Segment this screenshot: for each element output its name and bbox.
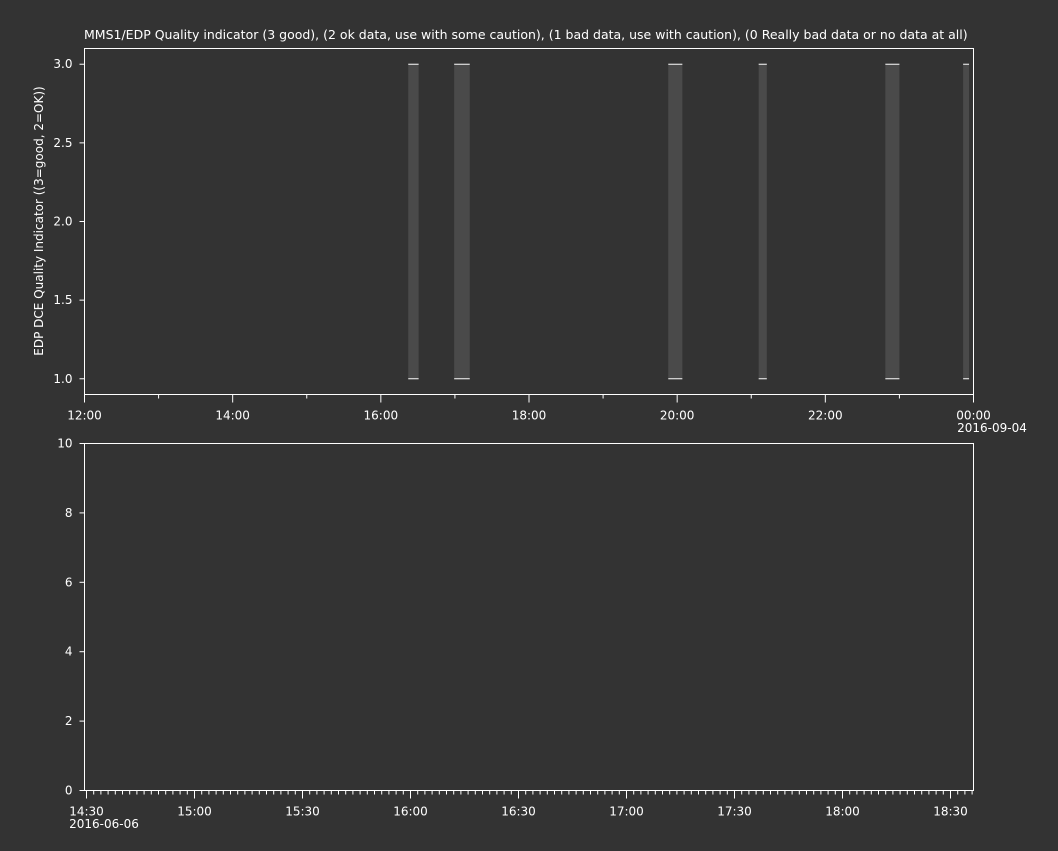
quality-plot-frame: [84, 48, 974, 395]
empty-x-tick-label: 16:00: [393, 805, 428, 819]
quality-band-4: [758, 63, 767, 380]
empty-date-label: 2016-06-06: [69, 817, 139, 831]
quality-x-tick-label: 20:00: [660, 409, 695, 423]
quality-band-fill: [885, 64, 900, 379]
quality-y-axis-label: EDP DCE Quality Indicator ((3=good, 2=OK…: [32, 86, 46, 355]
empty-y-tick-label: 8: [65, 506, 73, 520]
quality-y-ticks: 1.0 1.5 2.0 2.5 3.0: [53, 57, 85, 386]
quality-date-label: 2016-09-04: [957, 421, 1027, 435]
quality-y-tick-label: 1.5: [53, 293, 72, 307]
quality-band-fill: [454, 64, 470, 379]
empty-x-ticks: 14:30 15:00 15:30 16:00 16:30 17:00 17:30 18:00…: [69, 790, 973, 819]
quality-chart-title: MMS1/EDP Quality indicator (3 good), (2 …: [84, 27, 968, 42]
quality-y-tick-label: 2.5: [53, 136, 72, 150]
quality-band-6: [963, 63, 970, 380]
empty-x-tick-label: 15:30: [285, 805, 320, 819]
empty-y-ticks: 0 2 4 6 8 10: [57, 437, 85, 798]
empty-x-tick-label: 15:00: [177, 805, 212, 819]
empty-x-tick-label: 16:30: [501, 805, 536, 819]
empty-y-tick-label: 2: [65, 714, 73, 728]
quality-band-fill: [668, 64, 683, 379]
empty-plot-frame: [84, 443, 974, 791]
quality-band-2: [454, 63, 470, 380]
quality-x-tick-label: 22:00: [808, 409, 843, 423]
quality-band-fill: [758, 64, 767, 379]
empty-y-tick-label: 10: [57, 437, 72, 451]
quality-band-5: [885, 63, 900, 380]
empty-x-tick-label: 17:00: [609, 805, 644, 819]
empty-x-tick-label: 18:00: [825, 805, 860, 819]
empty-x-tick-label: 17:30: [717, 805, 752, 819]
empty-y-tick-label: 4: [65, 645, 73, 659]
figure: MMS1/EDP Quality indicator (3 good), (2 …: [32, 27, 1027, 831]
quality-band-fill: [408, 64, 419, 379]
quality-y-tick-label: 3.0: [53, 57, 72, 71]
quality-band-fill: [963, 64, 970, 379]
empty-x-tick-label: 18:30: [933, 805, 968, 819]
quality-x-ticks: 12:00 14:00 16:00 18:00 20:00 22:00 00:00: [67, 394, 991, 423]
quality-bands: [408, 63, 970, 380]
empty-y-tick-label: 6: [65, 575, 73, 589]
quality-y-tick-label: 1.0: [53, 372, 72, 386]
empty-panel: 0246810 14:30 15:00 15:30 16:00 16:30 17:00 17…: [57, 437, 974, 831]
quality-y-tick-label: 2.0: [53, 215, 72, 229]
quality-x-tick-label: 16:00: [364, 409, 399, 423]
quality-panel: MMS1/EDP Quality indicator (3 good), (2 …: [32, 27, 1027, 435]
empty-y-tick-label: 0: [65, 784, 73, 798]
quality-band-3: [668, 63, 683, 380]
quality-x-tick-label: 12:00: [67, 409, 102, 423]
quality-x-tick-label: 18:00: [512, 409, 547, 423]
quality-band-1: [408, 63, 419, 380]
quality-x-tick-label: 14:00: [215, 409, 250, 423]
